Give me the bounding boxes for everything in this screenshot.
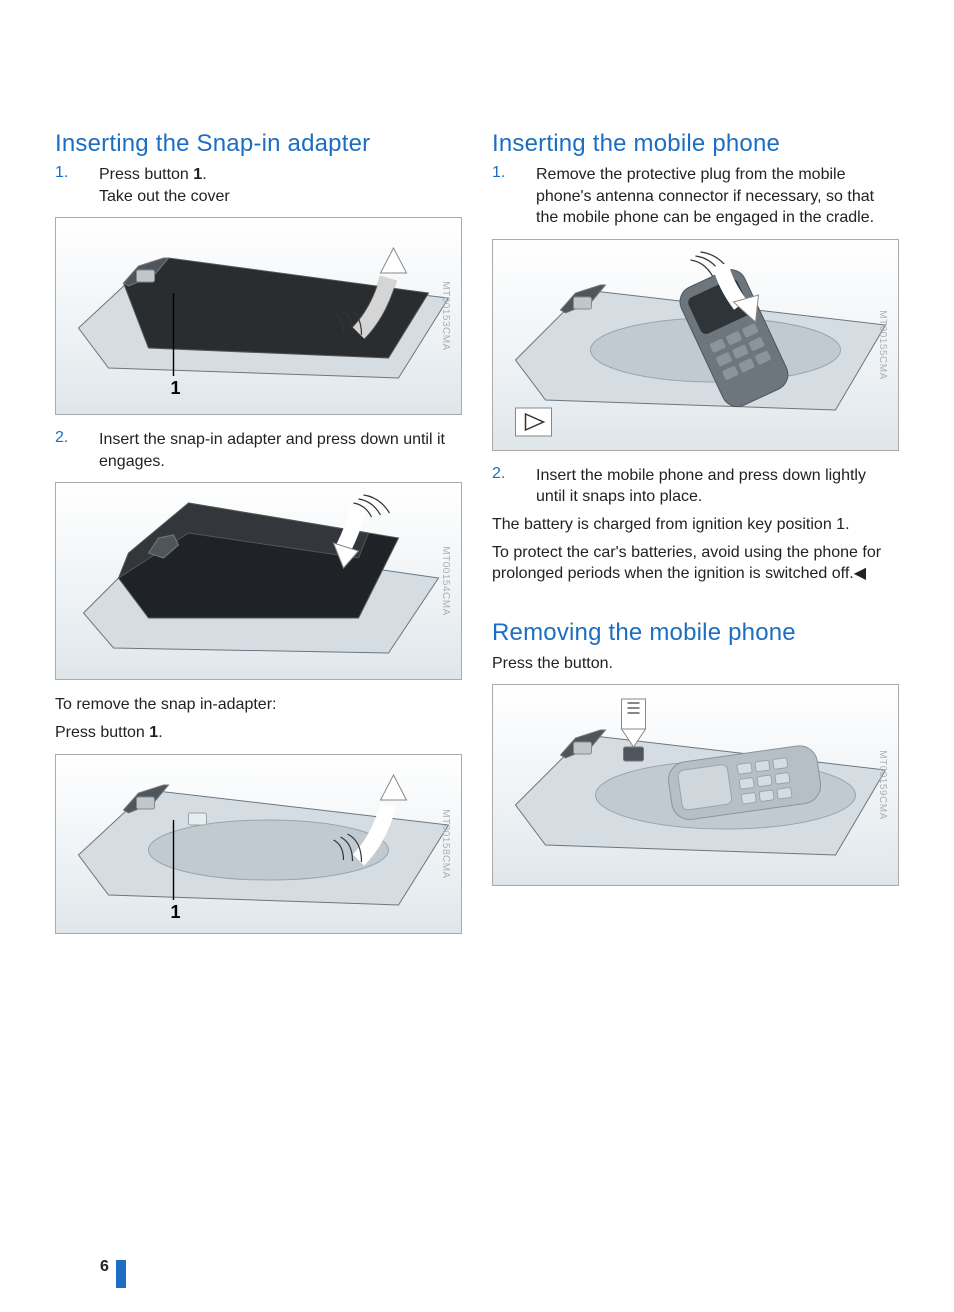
- step-number: 2.: [492, 465, 536, 508]
- phone-step-2: 2. Insert the mobile phone and press dow…: [492, 465, 899, 508]
- figure-c-wrap: 1 MT00158CMA: [55, 754, 462, 934]
- adapter-step-2: 2. Insert the snap-in adapter and press …: [55, 429, 462, 472]
- svg-text:1: 1: [171, 378, 181, 398]
- figure-a-caption: MT00153CMA: [440, 281, 451, 350]
- figure-b-caption: MT00154CMA: [440, 547, 451, 616]
- step-text: Insert the snap-in adapter and press dow…: [99, 429, 462, 472]
- figure-d-caption: MT00155CMA: [877, 310, 888, 379]
- figure-a: 1: [55, 217, 462, 415]
- figure-b-wrap: MT00154CMA: [55, 482, 462, 680]
- figure-e-caption: MT00159CMA: [877, 751, 888, 820]
- page-number: 6: [100, 1258, 109, 1276]
- heading-removing-phone: Removing the mobile phone: [492, 619, 899, 647]
- heading-inserting-adapter: Inserting the Snap-in adapter: [55, 130, 462, 158]
- removing-phone-instruction: Press the button.: [492, 653, 899, 675]
- remove-adapter-intro: To remove the snap in-adapter:: [55, 694, 462, 716]
- figure-b: [55, 482, 462, 680]
- step-number: 1.: [492, 164, 536, 229]
- figure-e: [492, 684, 899, 886]
- insert-phone-illustration: [493, 240, 898, 450]
- step-text: Remove the protective plug from the mobi…: [536, 164, 899, 229]
- figure-c-caption: MT00158CMA: [440, 809, 451, 878]
- svg-text:1: 1: [171, 902, 181, 922]
- cradle-cover-illustration: 1: [56, 218, 461, 414]
- ignition-warning: To protect the car's batteries, avoid us…: [492, 542, 899, 585]
- figure-e-wrap: MT00159CMA: [492, 684, 899, 886]
- page-marker: [116, 1260, 126, 1288]
- step-text: Press button 1. Take out the cover: [99, 164, 230, 207]
- phone-step-1: 1. Remove the protective plug from the m…: [492, 164, 899, 229]
- remove-adapter-illustration: 1: [56, 755, 461, 933]
- step-number: 2.: [55, 429, 99, 472]
- figure-c: 1: [55, 754, 462, 934]
- adapter-step-1: 1. Press button 1. Take out the cover: [55, 164, 462, 207]
- step-number: 1.: [55, 164, 99, 207]
- insert-adapter-illustration: [56, 483, 461, 679]
- manual-page: Inserting the Snap-in adapter 1. Press b…: [0, 0, 954, 1312]
- figure-d: [492, 239, 899, 451]
- heading-inserting-phone: Inserting the mobile phone: [492, 130, 899, 158]
- remove-phone-illustration: [493, 685, 898, 885]
- battery-note: The battery is charged from ignition key…: [492, 514, 899, 536]
- step-text: Insert the mobile phone and press down l…: [536, 465, 899, 508]
- right-column: Inserting the mobile phone 1. Remove the…: [492, 130, 899, 948]
- left-column: Inserting the Snap-in adapter 1. Press b…: [55, 130, 462, 948]
- figure-d-wrap: MT00155CMA: [492, 239, 899, 451]
- figure-a-wrap: 1 MT00153CMA: [55, 217, 462, 415]
- remove-adapter-instruction: Press button 1.: [55, 722, 462, 744]
